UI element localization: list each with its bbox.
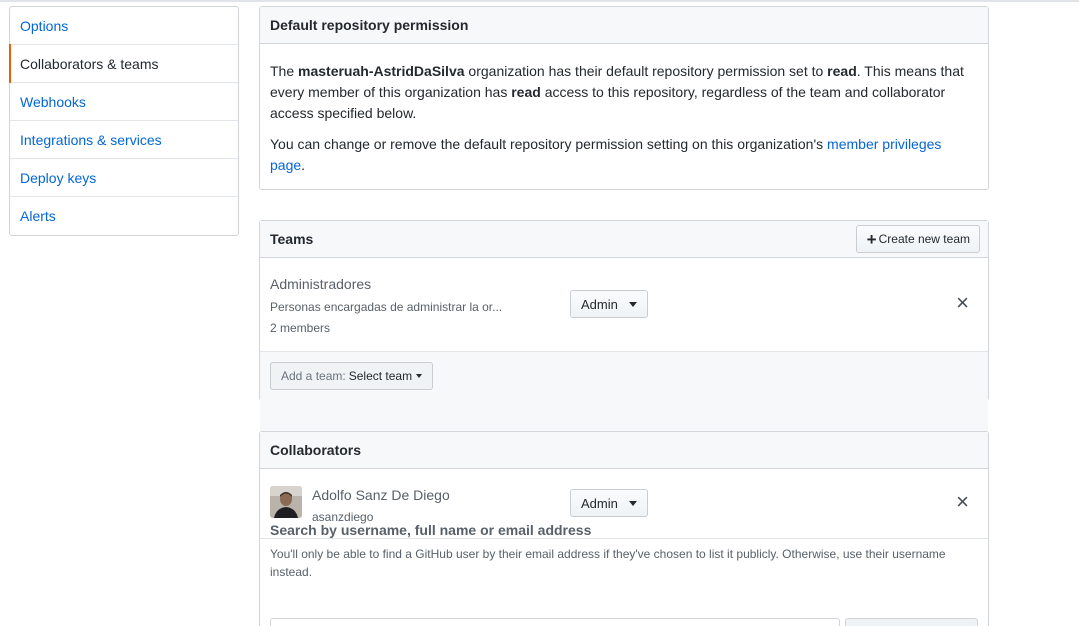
caret-down-icon	[416, 374, 423, 378]
collaborators-box: Collaborators Adolfo Sanz De Diego asanz…	[259, 431, 989, 626]
sidebar-item-webhooks[interactable]: Webhooks	[10, 83, 238, 121]
remove-collaborator-close-icon[interactable]: ×	[956, 491, 969, 513]
org-name: masteruah-AstridDaSilva	[298, 63, 465, 79]
team-name: Administradores	[270, 276, 372, 292]
add-team-select-button[interactable]: Add a team: Select team	[270, 362, 434, 390]
create-new-team-button[interactable]: + Create new team	[855, 225, 980, 253]
team-members-count: 2 members	[270, 321, 331, 335]
teams-title: Teams	[270, 231, 314, 247]
team-row: Administradores Personas encargadas de a…	[260, 258, 988, 352]
collaborators-header: Collaborators	[260, 432, 988, 469]
avatar[interactable]	[270, 486, 302, 518]
select-team-label: Select team	[348, 369, 413, 383]
remove-team-close-icon[interactable]: ×	[956, 292, 969, 314]
settings-sidebar: Options Collaborators & teams Webhooks I…	[9, 6, 239, 236]
collaborators-title: Collaborators	[270, 442, 362, 458]
permission-level: read	[827, 63, 857, 79]
caret-down-icon	[628, 301, 637, 307]
create-new-team-label: Create new team	[878, 232, 970, 246]
sidebar-item-collaborators-teams[interactable]: Collaborators & teams	[9, 44, 238, 83]
collaborator-search-input[interactable]	[270, 618, 840, 626]
team-role-value: Admin	[581, 296, 618, 312]
default-permission-body: The masteruah-AstridDaSilva organization…	[260, 44, 988, 176]
sidebar-item-integrations-services[interactable]: Integrations & services	[10, 121, 238, 159]
teams-box: Teams + Create new team Administradores …	[259, 220, 989, 437]
avatar-image	[270, 486, 302, 518]
collaborator-role-value: Admin	[581, 495, 618, 511]
text-fragment: You can change or remove the default rep…	[270, 136, 828, 152]
team-role-select[interactable]: Admin	[570, 290, 648, 318]
default-permission-header: Default repository permission	[260, 7, 988, 44]
collaborator-name: Adolfo Sanz De Diego	[312, 487, 450, 503]
permission-level-2: read	[511, 84, 541, 100]
sidebar-item-options[interactable]: Options	[10, 7, 238, 45]
teams-header: Teams + Create new team	[260, 221, 988, 258]
change-permission-text: You can change or remove the default rep…	[270, 134, 978, 176]
plus-icon: +	[866, 229, 877, 249]
text-fragment: .	[301, 157, 306, 173]
add-team-footer: Add a team: Select team	[260, 352, 988, 437]
caret-down-icon	[628, 500, 637, 506]
top-divider	[0, 0, 1079, 2]
search-collaborator-note: You'll only be able to find a GitHub use…	[270, 547, 946, 579]
text-fragment: The	[270, 63, 299, 79]
default-permission-title: Default repository permission	[270, 17, 469, 33]
default-permission-text: The masteruah-AstridDaSilva organization…	[270, 61, 978, 124]
add-team-prefix: Add a team:	[281, 369, 346, 383]
search-collaborator-title: Search by username, full name or email a…	[270, 522, 592, 538]
add-collaborator-button[interactable]	[845, 618, 978, 626]
text-fragment: organization has their default repositor…	[464, 63, 828, 79]
sidebar-item-alerts[interactable]: Alerts	[10, 197, 238, 235]
sidebar-item-deploy-keys[interactable]: Deploy keys	[10, 159, 238, 197]
team-description: Personas encargadas de administrar la or…	[270, 300, 503, 314]
collaborator-role-select[interactable]: Admin	[570, 489, 648, 517]
default-permission-box: Default repository permission The master…	[259, 6, 989, 190]
